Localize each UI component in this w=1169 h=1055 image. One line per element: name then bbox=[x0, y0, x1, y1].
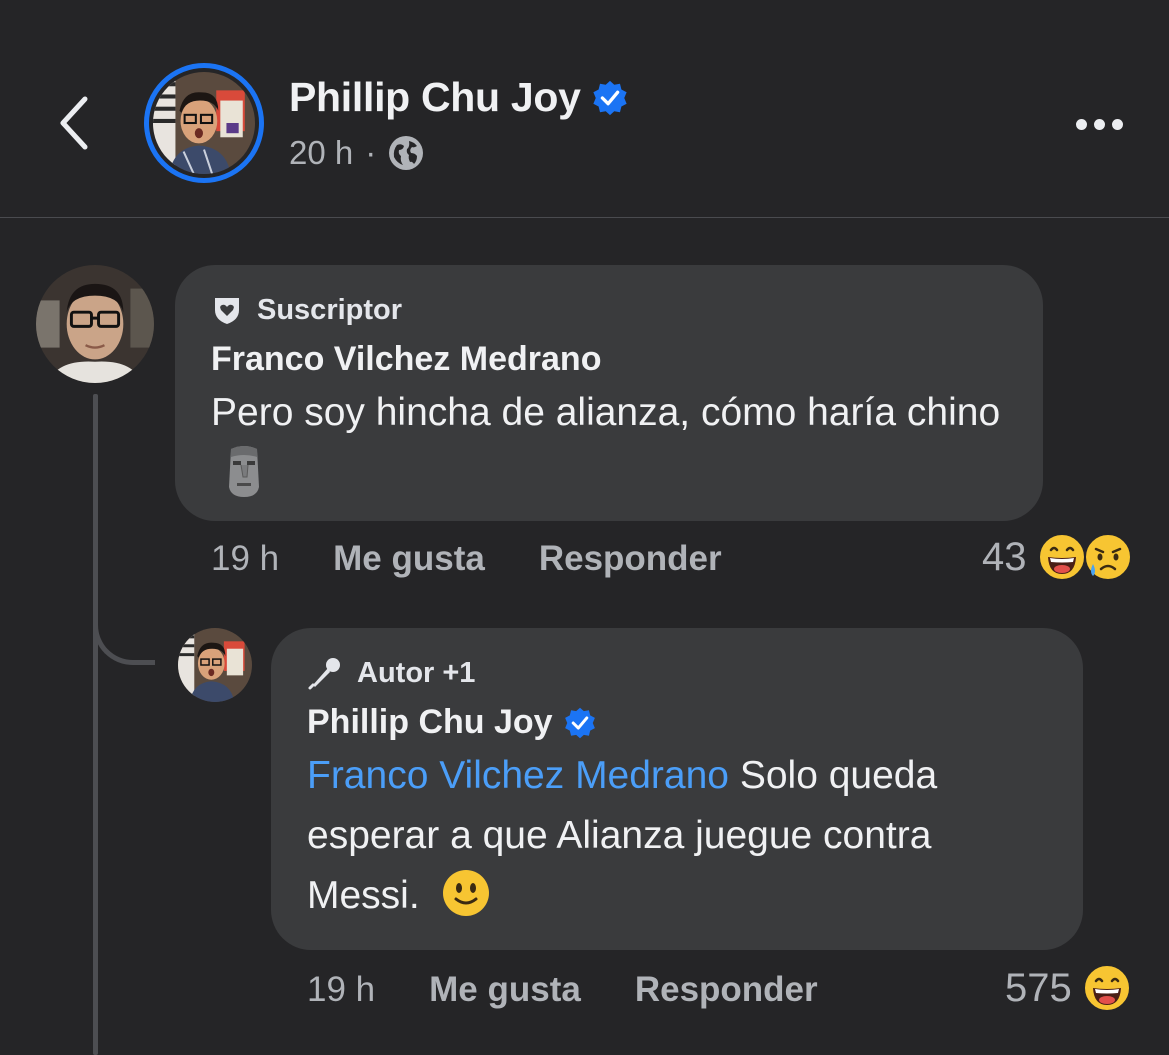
post-meta: 20 h · bbox=[289, 134, 424, 172]
meta-separator: · bbox=[365, 134, 377, 171]
dot-icon bbox=[1093, 118, 1105, 130]
reply-button[interactable]: Responder bbox=[539, 539, 722, 579]
more-options-button[interactable] bbox=[1064, 104, 1134, 144]
comment-text: Pero soy hincha de alianza, cómo haría c… bbox=[211, 383, 1007, 507]
page-title[interactable]: Phillip Chu Joy bbox=[289, 74, 629, 121]
reply-actions: 19 h Me gusta Responder bbox=[307, 970, 818, 1010]
like-button[interactable]: Me gusta bbox=[429, 970, 581, 1010]
globe-icon bbox=[389, 136, 424, 170]
author-badge: Autor +1 bbox=[307, 655, 1047, 691]
thread-line bbox=[93, 394, 98, 1055]
reaction-count[interactable]: 43 bbox=[982, 535, 1027, 580]
avatar[interactable] bbox=[153, 72, 255, 174]
reply-author-avatar[interactable] bbox=[178, 628, 252, 702]
post-time[interactable]: 20 h bbox=[289, 134, 353, 172]
crying-emoji-icon bbox=[1083, 533, 1132, 581]
reaction-count[interactable]: 575 bbox=[1005, 966, 1072, 1011]
commenter-avatar[interactable] bbox=[36, 265, 154, 383]
reply-text: Franco Vilchez Medrano Solo queda espera… bbox=[307, 754, 938, 917]
verified-badge-icon bbox=[564, 707, 595, 738]
author-name[interactable]: Phillip Chu Joy bbox=[289, 74, 581, 121]
reply-time[interactable]: 19 h bbox=[307, 970, 375, 1010]
comment-bubble[interactable]: Suscriptor Franco Vilchez Medrano Pero s… bbox=[175, 265, 1043, 521]
mention-link[interactable]: Franco Vilchez Medrano bbox=[307, 754, 729, 797]
thread-connector bbox=[93, 600, 155, 665]
like-button[interactable]: Me gusta bbox=[333, 539, 485, 579]
moai-emoji bbox=[229, 446, 259, 497]
shield-heart-icon bbox=[215, 298, 239, 324]
comment-author[interactable]: Franco Vilchez Medrano bbox=[211, 340, 1007, 379]
reply-button[interactable]: Responder bbox=[635, 970, 818, 1010]
dot-icon bbox=[1075, 118, 1087, 130]
back-button[interactable] bbox=[44, 88, 104, 158]
chevron-left-icon bbox=[60, 96, 88, 150]
story-ring[interactable] bbox=[144, 63, 264, 183]
laughing-emoji-icon bbox=[1082, 964, 1131, 1012]
microphone-icon bbox=[308, 658, 340, 690]
comment-actions: 19 h Me gusta Responder bbox=[211, 539, 722, 579]
slightly-smiling-emoji bbox=[442, 870, 489, 916]
reply-bubble[interactable]: Autor +1 Phillip Chu Joy Franco Vilchez … bbox=[271, 628, 1083, 950]
comment-time[interactable]: 19 h bbox=[211, 539, 279, 579]
comment-thread-screen: Phillip Chu Joy 20 h · Suscriptor Franco… bbox=[0, 0, 1169, 1055]
verified-badge-icon bbox=[593, 80, 627, 115]
reactions-summary[interactable]: 575 bbox=[1005, 963, 1132, 1013]
post-header: Phillip Chu Joy 20 h · bbox=[0, 0, 1169, 218]
reply-author[interactable]: Phillip Chu Joy bbox=[307, 703, 1047, 742]
laughing-emoji-icon bbox=[1037, 533, 1086, 581]
subscriber-badge: Suscriptor bbox=[211, 292, 1007, 328]
reactions-summary[interactable]: 43 bbox=[982, 532, 1133, 582]
dot-icon bbox=[1111, 118, 1123, 130]
